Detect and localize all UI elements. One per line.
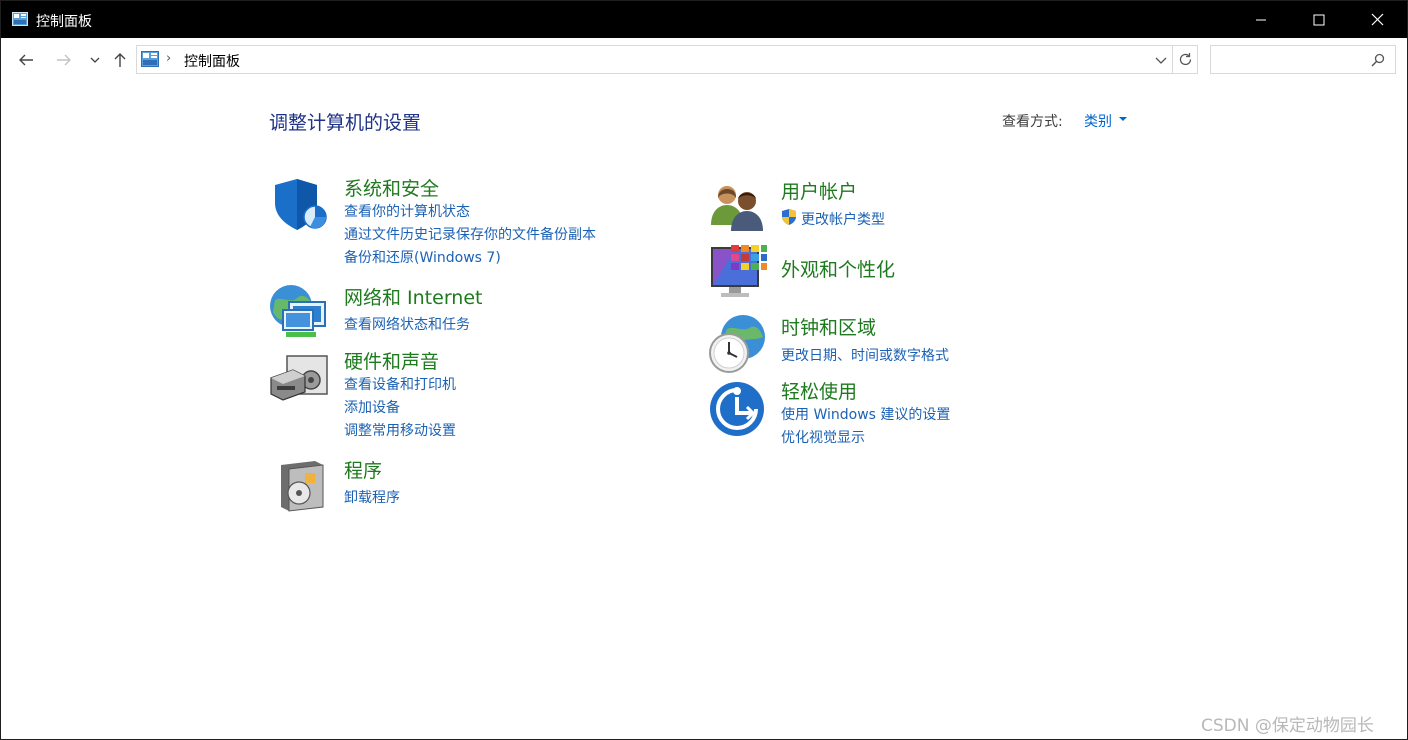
security-shield-icon[interactable]: [269, 173, 331, 235]
watermark-text: CSDN @保定动物园长: [1201, 716, 1374, 736]
view-by-caret-icon[interactable]: [1119, 117, 1127, 121]
category-title[interactable]: 网络和 Internet: [344, 283, 482, 310]
link-network-status[interactable]: 查看网络状态和任务: [344, 314, 470, 334]
maximize-icon: [1313, 14, 1325, 25]
control-panel-app-icon: [12, 12, 28, 26]
category-clock-region: 时钟和区域 更改日期、时间或数字格式: [707, 313, 1087, 375]
back-button[interactable]: [15, 48, 37, 72]
refresh-icon: [1179, 53, 1191, 66]
link-mobility-settings[interactable]: 调整常用移动设置: [344, 420, 456, 440]
category-hardware-sound: 硬件和声音 查看设备和打印机 添加设备 调整常用移动设置: [269, 346, 649, 446]
minimize-icon: [1256, 19, 1266, 20]
forward-arrow-icon: [57, 54, 71, 66]
network-globe-icon[interactable]: [269, 282, 331, 344]
category-title[interactable]: 系统和安全: [344, 174, 439, 201]
close-icon: [1371, 13, 1383, 26]
category-title[interactable]: 时钟和区域: [781, 313, 876, 340]
link-change-date-time-format[interactable]: 更改日期、时间或数字格式: [781, 345, 949, 365]
link-change-account-type[interactable]: 更改帐户类型: [801, 209, 885, 229]
category-title[interactable]: 硬件和声音: [344, 347, 439, 374]
link-devices-printers[interactable]: 查看设备和打印机: [344, 374, 456, 394]
page-heading: 调整计算机的设置: [269, 112, 422, 134]
category-network-internet: 网络和 Internet 查看网络状态和任务: [269, 282, 649, 344]
link-recommended-settings[interactable]: 使用 Windows 建议的设置: [781, 404, 950, 424]
recent-locations-button[interactable]: [84, 48, 106, 72]
up-button[interactable]: [109, 48, 131, 72]
category-title[interactable]: 程序: [344, 456, 382, 483]
close-button[interactable]: [1348, 1, 1406, 38]
control-panel-icon: [141, 51, 159, 67]
category-ease-of-access: 轻松使用 使用 Windows 建议的设置 优化视觉显示: [707, 377, 1087, 447]
category-user-accounts: 用户帐户 更改帐户类型: [707, 177, 1087, 237]
ease-of-access-icon[interactable]: [707, 377, 769, 439]
chevron-down-icon: [90, 57, 100, 63]
printer-speaker-icon[interactable]: [269, 346, 331, 408]
address-bar[interactable]: › 控制面板: [136, 45, 1173, 74]
forward-button[interactable]: [53, 48, 75, 72]
breadcrumb-control-panel[interactable]: 控制面板: [184, 51, 240, 71]
category-title[interactable]: 用户帐户: [781, 177, 857, 204]
breadcrumb-separator-icon[interactable]: ›: [166, 51, 171, 66]
view-by: 查看方式: 类别: [1002, 111, 1127, 131]
uac-shield-icon: [782, 209, 796, 225]
search-input[interactable]: [1215, 50, 1365, 69]
back-arrow-icon: [19, 54, 33, 66]
navigation-bar: › 控制面板: [1, 38, 1407, 82]
link-backup-restore[interactable]: 备份和还原(Windows 7): [344, 247, 501, 267]
category-system-security: 系统和安全 查看你的计算机状态 通过文件历史记录保存你的文件备份副本 备份和还原…: [269, 173, 649, 273]
link-view-computer-status[interactable]: 查看你的计算机状态: [344, 201, 470, 221]
control-panel-window: 控制面板 › 控制面板 调整计算机的设置 查看方式: 类别 系统和安全 查看你的…: [0, 0, 1408, 740]
clock-globe-icon[interactable]: [707, 313, 769, 375]
category-title[interactable]: 外观和个性化: [781, 255, 895, 282]
link-optimize-visual-display[interactable]: 优化视觉显示: [781, 427, 865, 447]
refresh-button[interactable]: [1173, 45, 1198, 74]
link-add-device[interactable]: 添加设备: [344, 397, 400, 417]
window-title: 控制面板: [36, 14, 92, 30]
up-arrow-icon: [114, 53, 126, 67]
search-icon[interactable]: [1371, 53, 1385, 67]
view-by-dropdown[interactable]: 类别: [1084, 111, 1112, 131]
category-title[interactable]: 轻松使用: [781, 377, 857, 404]
title-bar[interactable]: 控制面板: [1, 1, 1407, 38]
view-by-label: 查看方式:: [1002, 114, 1063, 130]
monitor-palette-icon[interactable]: [707, 241, 769, 303]
category-programs: 程序 卸载程序: [269, 455, 649, 517]
users-icon[interactable]: [707, 177, 769, 239]
category-appearance: 外观和个性化: [707, 241, 1087, 303]
search-box[interactable]: [1210, 45, 1396, 74]
programs-disc-icon[interactable]: [269, 455, 331, 517]
link-file-history[interactable]: 通过文件历史记录保存你的文件备份副本: [344, 224, 596, 244]
address-dropdown-icon[interactable]: [1154, 53, 1168, 67]
link-uninstall-program[interactable]: 卸载程序: [344, 487, 400, 507]
minimize-button[interactable]: [1232, 1, 1290, 38]
maximize-button[interactable]: [1290, 1, 1348, 38]
